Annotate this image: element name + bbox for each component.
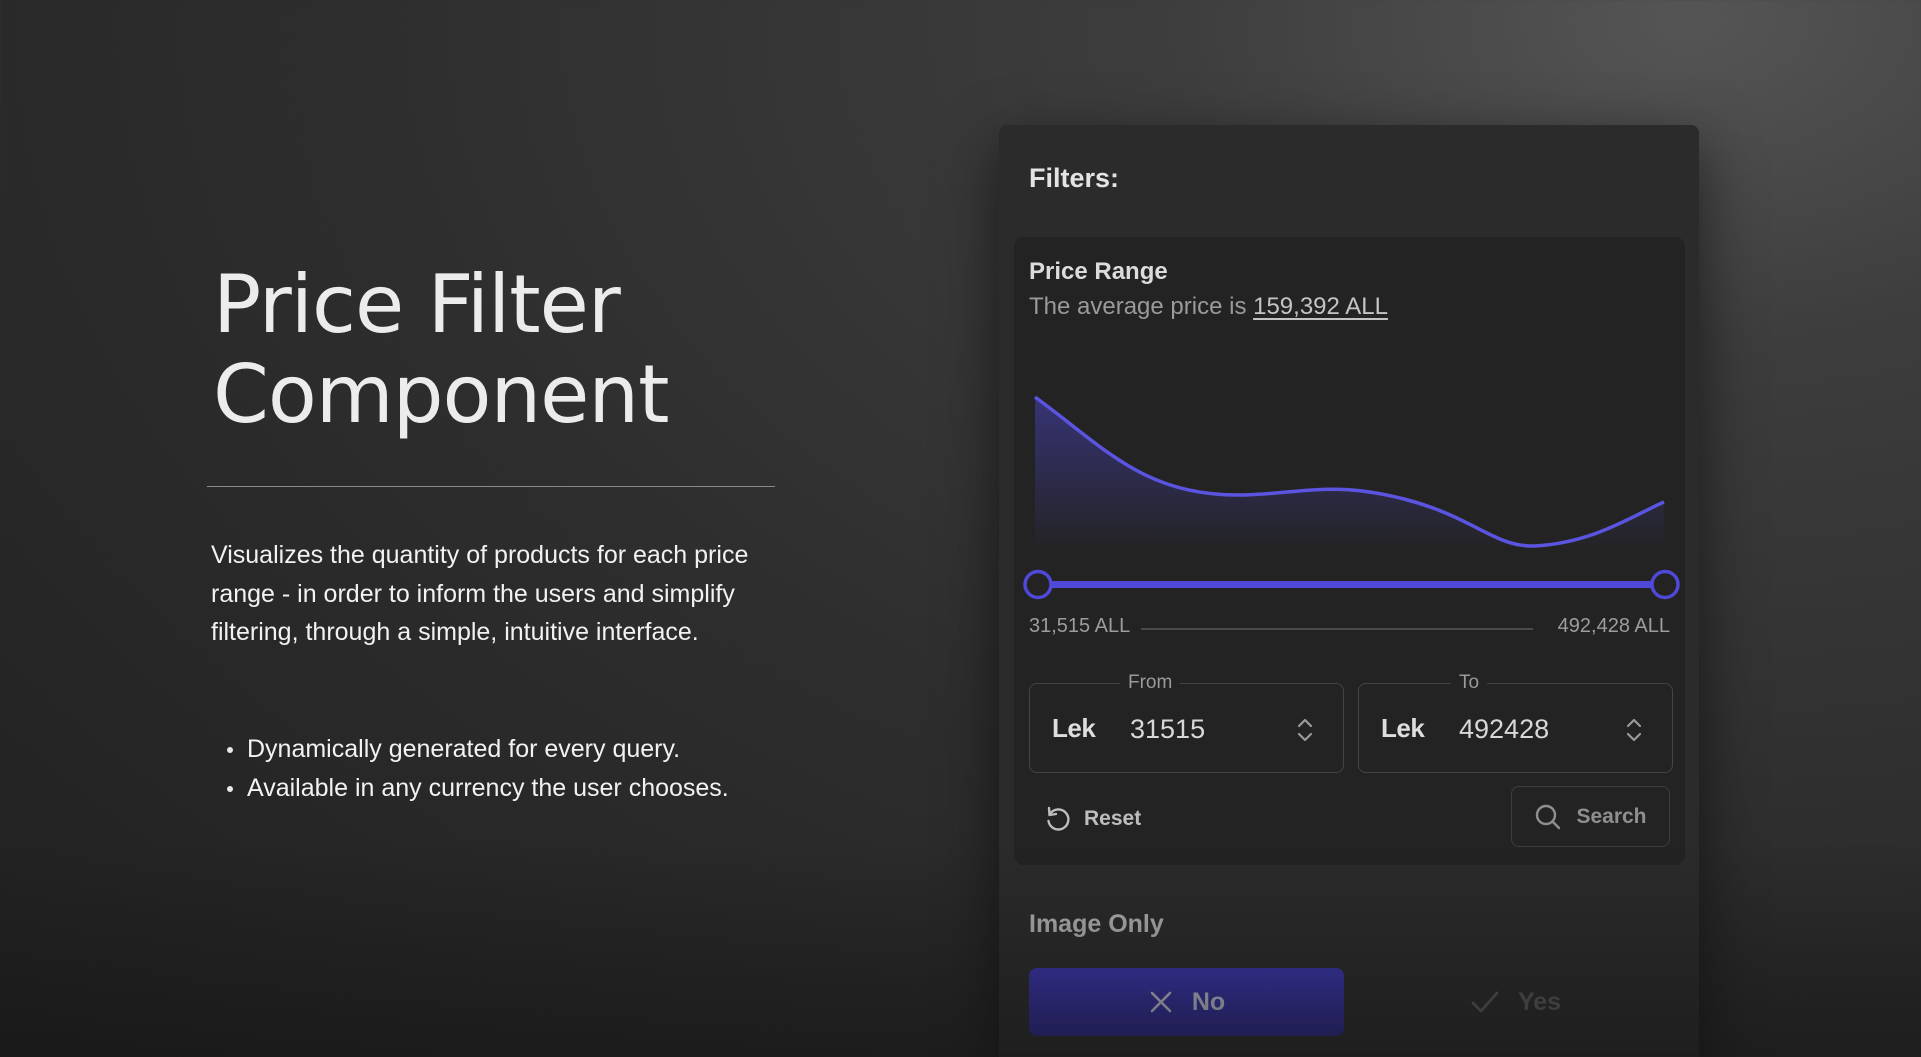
from-field[interactable]: From Lek xyxy=(1029,672,1344,773)
search-label: Search xyxy=(1576,804,1647,828)
reset-label: Reset xyxy=(1084,807,1142,830)
reset-icon xyxy=(1047,806,1070,831)
x-icon xyxy=(1150,991,1172,1013)
feature-list: Dynamically generated for every query. A… xyxy=(227,730,807,808)
price-range-card: Price Range The average price is 159,392… xyxy=(1014,237,1685,865)
feature-list-item: Dynamically generated for every query. xyxy=(227,730,807,769)
no-label: No xyxy=(1191,987,1226,1016)
hero-title-line-1: Price Filter xyxy=(213,258,621,351)
filters-title: Filters: xyxy=(1029,163,1120,193)
yes-label: Yes xyxy=(1517,987,1562,1016)
range-min-label: 31,515 ALL xyxy=(1029,615,1131,637)
stepper-icon[interactable] xyxy=(1624,716,1644,744)
hero-title: Price Filter Component xyxy=(213,260,773,440)
stepper-icon[interactable] xyxy=(1295,716,1315,744)
search-icon xyxy=(1536,804,1561,829)
feature-list-item: Available in any currency the user choos… xyxy=(227,769,807,808)
check-icon xyxy=(1471,991,1499,1013)
hero-title-line-2: Component xyxy=(213,348,669,441)
to-legend: To xyxy=(1451,672,1488,694)
image-only-no-button[interactable]: No xyxy=(1029,968,1344,1036)
image-only-yes-button[interactable]: Yes xyxy=(1358,968,1673,1036)
from-input[interactable] xyxy=(1130,709,1280,749)
reset-button[interactable]: Reset xyxy=(1044,797,1141,841)
slider-handle-min[interactable] xyxy=(1023,569,1053,600)
to-field[interactable]: To Lek xyxy=(1358,672,1673,773)
range-max-label: 492,428 ALL xyxy=(1557,615,1670,637)
to-currency: Lek xyxy=(1381,713,1425,743)
filters-panel: Filters: Price Range The average price i… xyxy=(999,125,1699,1057)
slider-handle-max[interactable] xyxy=(1650,569,1680,600)
from-currency: Lek xyxy=(1052,713,1096,743)
hero-divider xyxy=(207,486,775,487)
range-divider xyxy=(1141,628,1533,630)
hero-description: Visualizes the quantity of products for … xyxy=(211,541,749,646)
search-button[interactable]: Search xyxy=(1511,786,1670,847)
to-input[interactable] xyxy=(1459,709,1609,749)
image-only-title: Image Only xyxy=(1029,910,1164,938)
from-legend: From xyxy=(1120,672,1181,694)
